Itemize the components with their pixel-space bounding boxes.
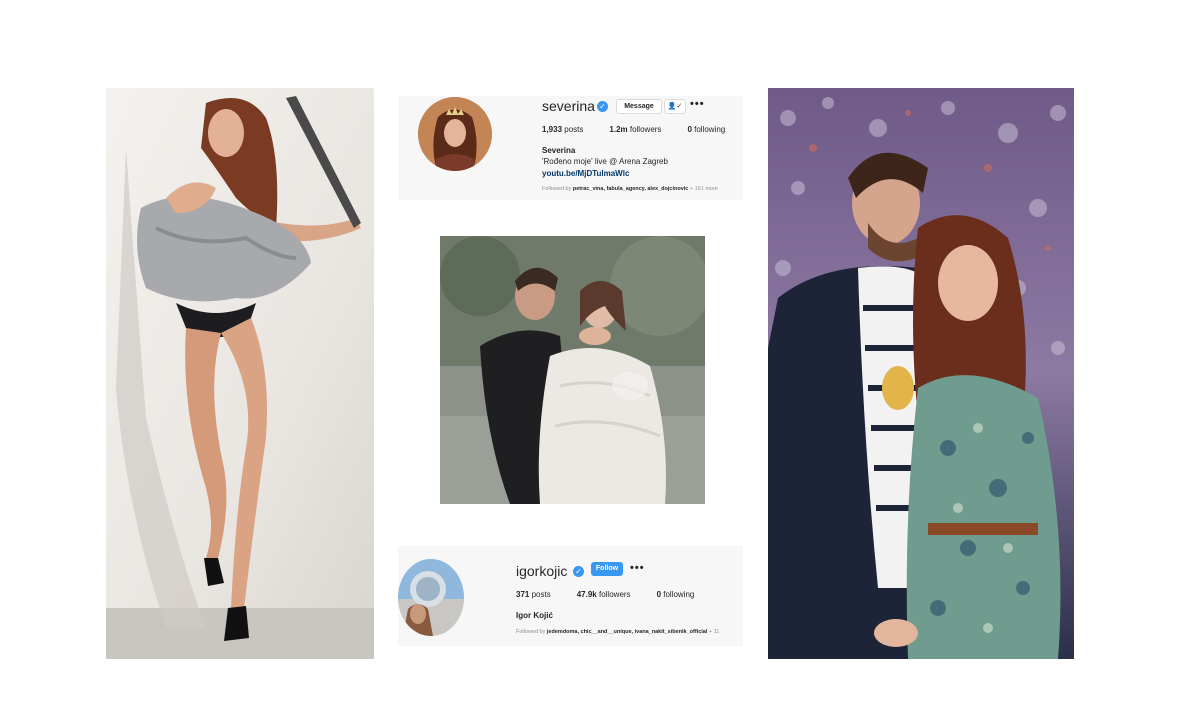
username[interactable]: severina	[542, 98, 595, 114]
followers-stat[interactable]: 47.9k followers	[577, 590, 631, 599]
bio-text: 'Rođeno moje' live @ Arena Zagreb	[542, 157, 668, 166]
avatar[interactable]	[418, 97, 492, 171]
followed-by[interactable]: Followed by jedemdoma, chic__and__unique…	[516, 629, 719, 635]
followers-stat[interactable]: 1.2m followers	[609, 125, 661, 134]
profile-card-igor: igorkojic ✓ Follow ••• 371 posts 47.9k fo…	[398, 546, 743, 646]
username[interactable]: igorkojic	[516, 563, 567, 579]
posts-stat[interactable]: 371 posts	[516, 590, 551, 599]
full-name: Igor Kojić	[516, 611, 553, 620]
followed-by[interactable]: Followed by petrac_vina, fabula_agency, …	[542, 186, 718, 192]
verified-badge-icon: ✓	[573, 566, 584, 577]
full-name: Severina	[542, 146, 576, 155]
profile-stats: 371 posts 47.9k followers 0 following	[516, 590, 720, 599]
person-check-icon[interactable]: 👤✓	[664, 99, 686, 114]
bio-link[interactable]: youtu.be/MjDTulmaWlc	[542, 169, 629, 178]
following-stat[interactable]: 0 following	[657, 590, 695, 599]
photo-couple-event	[768, 88, 1074, 659]
profile-card-severina: severina ✓ Message 👤✓ ••• 1,933 posts 1.2…	[398, 96, 743, 200]
message-button[interactable]: Message	[616, 99, 662, 114]
more-options-icon[interactable]: •••	[630, 562, 645, 574]
posts-stat[interactable]: 1,933 posts	[542, 125, 583, 134]
verified-badge-icon: ✓	[597, 101, 608, 112]
avatar[interactable]	[398, 559, 464, 636]
more-options-icon[interactable]: •••	[690, 98, 705, 110]
photo-woman-posing	[106, 88, 374, 659]
follow-button[interactable]: Follow	[591, 562, 623, 576]
profile-stats: 1,933 posts 1.2m followers 0 following	[542, 125, 751, 134]
photo-wedding-couple	[440, 236, 705, 504]
following-stat[interactable]: 0 following	[687, 125, 725, 134]
